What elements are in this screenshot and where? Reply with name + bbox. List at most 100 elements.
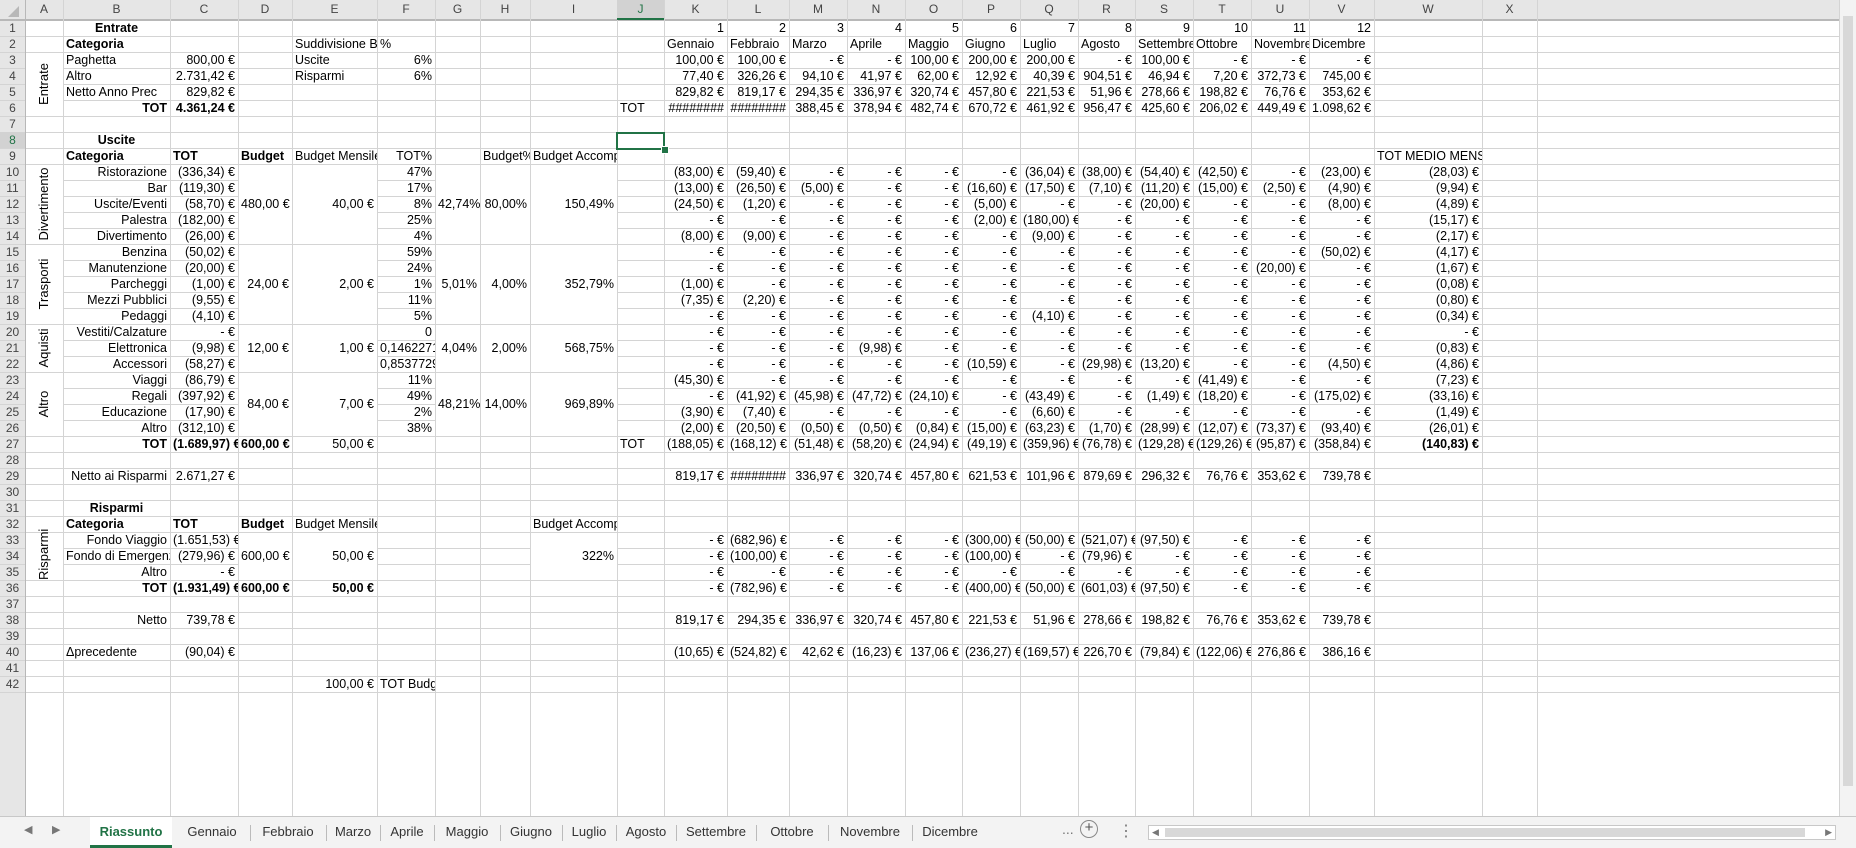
- cell-u15[interactable]: - €: [1251, 245, 1309, 260]
- cell-k3[interactable]: 100,00 €: [664, 53, 727, 68]
- cell-m5[interactable]: 294,35 €: [789, 85, 847, 100]
- cell-v29[interactable]: 739,78 €: [1309, 469, 1374, 484]
- cell-u14[interactable]: - €: [1251, 229, 1309, 244]
- cell-t6[interactable]: 206,02 €: [1193, 101, 1251, 116]
- cell-f4[interactable]: 6%: [377, 69, 435, 84]
- cell-o40[interactable]: 137,06 €: [905, 645, 962, 660]
- cell-t38[interactable]: 76,76 €: [1193, 613, 1251, 628]
- cell-v6[interactable]: 1.098,62 €: [1309, 101, 1374, 116]
- cell-m18[interactable]: - €: [789, 293, 847, 308]
- row-header-14[interactable]: 14: [0, 228, 25, 244]
- cell-t21[interactable]: - €: [1193, 341, 1251, 356]
- cell-l19[interactable]: - €: [727, 309, 789, 324]
- cell-u22[interactable]: - €: [1251, 357, 1309, 372]
- cell-o10[interactable]: - €: [905, 165, 962, 180]
- cell-c33[interactable]: (1.651,53) €: [170, 533, 238, 548]
- cell-o12[interactable]: - €: [905, 197, 962, 212]
- row-header-30[interactable]: 30: [0, 484, 25, 500]
- cell-b6[interactable]: TOT: [63, 101, 170, 116]
- cell-k36[interactable]: - €: [664, 581, 727, 596]
- cell-o5[interactable]: 320,74 €: [905, 85, 962, 100]
- cell-o22[interactable]: - €: [905, 357, 962, 372]
- cell-n4[interactable]: 41,97 €: [847, 69, 905, 84]
- cell-t33[interactable]: - €: [1193, 533, 1251, 548]
- cell-s12[interactable]: (20,00) €: [1135, 197, 1193, 212]
- cell-w26[interactable]: (26,01) €: [1374, 421, 1482, 436]
- cell-k33[interactable]: - €: [664, 533, 727, 548]
- cell-l40[interactable]: (524,82) €: [727, 645, 789, 660]
- cell-k35[interactable]: - €: [664, 565, 727, 580]
- cell-i24[interactable]: 969,89%: [530, 373, 617, 436]
- cell-s14[interactable]: - €: [1135, 229, 1193, 244]
- sheet-tab-aprile[interactable]: Aprile: [382, 817, 432, 848]
- cell-u27[interactable]: (95,87) €: [1251, 437, 1309, 452]
- sheet-tab-luglio[interactable]: Luglio: [564, 817, 614, 848]
- cell-e17[interactable]: 2,00 €: [292, 245, 377, 324]
- cell-w14[interactable]: (2,17) €: [1374, 229, 1482, 244]
- cell-v20[interactable]: - €: [1309, 325, 1374, 340]
- cell-c24[interactable]: (397,92) €: [170, 389, 238, 404]
- row-header-25[interactable]: 25: [0, 404, 25, 420]
- row-header-5[interactable]: 5: [0, 84, 25, 100]
- column-header-c[interactable]: C: [170, 0, 238, 20]
- cell-u4[interactable]: 372,73 €: [1251, 69, 1309, 84]
- cell-b9[interactable]: Categoria: [63, 149, 170, 164]
- cell-v1[interactable]: 12: [1309, 21, 1374, 36]
- cell-n20[interactable]: - €: [847, 325, 905, 340]
- cell-s18[interactable]: - €: [1135, 293, 1193, 308]
- cell-r6[interactable]: 956,47 €: [1078, 101, 1135, 116]
- cell-r27[interactable]: (76,78) €: [1078, 437, 1135, 452]
- tab-scroll-right-icon[interactable]: ▶: [52, 823, 60, 836]
- cell-q19[interactable]: (4,10) €: [1020, 309, 1078, 324]
- column-header-j[interactable]: J: [617, 0, 664, 20]
- cell-n3[interactable]: - €: [847, 53, 905, 68]
- cell-n26[interactable]: (0,50) €: [847, 421, 905, 436]
- row-header-39[interactable]: 39: [0, 628, 25, 644]
- column-header-m[interactable]: M: [789, 0, 847, 20]
- cell-l17[interactable]: - €: [727, 277, 789, 292]
- row-header-7[interactable]: 7: [0, 116, 25, 132]
- cell-q5[interactable]: 221,53 €: [1020, 85, 1078, 100]
- cell-w10[interactable]: (28,03) €: [1374, 165, 1482, 180]
- cell-p33[interactable]: (300,00) €: [962, 533, 1020, 548]
- cell-u33[interactable]: - €: [1251, 533, 1309, 548]
- cell-s27[interactable]: (129,28) €: [1135, 437, 1193, 452]
- cell-f25[interactable]: 2%: [377, 405, 435, 420]
- cell-u6[interactable]: 449,49 €: [1251, 101, 1309, 116]
- column-header-v[interactable]: V: [1309, 0, 1374, 20]
- cell-n21[interactable]: (9,98) €: [847, 341, 905, 356]
- cell-m34[interactable]: - €: [789, 549, 847, 564]
- cell-k11[interactable]: (13,00) €: [664, 181, 727, 196]
- cell-k13[interactable]: - €: [664, 213, 727, 228]
- row-header-4[interactable]: 4: [0, 68, 25, 84]
- cell-v17[interactable]: - €: [1309, 277, 1374, 292]
- cell-b27[interactable]: TOT: [63, 437, 170, 452]
- cell-f42[interactable]: TOT Budget: [377, 677, 435, 692]
- cell-b16[interactable]: Manutenzione: [63, 261, 170, 276]
- cell-p17[interactable]: - €: [962, 277, 1020, 292]
- cell-c32[interactable]: TOT: [170, 517, 238, 532]
- cell-w13[interactable]: (15,17) €: [1374, 213, 1482, 228]
- cell-l3[interactable]: 100,00 €: [727, 53, 789, 68]
- cell-p26[interactable]: (15,00) €: [962, 421, 1020, 436]
- cell-m24[interactable]: (45,98) €: [789, 389, 847, 404]
- cell-o33[interactable]: - €: [905, 533, 962, 548]
- cell-i34[interactable]: 322%: [530, 533, 617, 580]
- cell-u26[interactable]: (73,37) €: [1251, 421, 1309, 436]
- cell-m27[interactable]: (51,48) €: [789, 437, 847, 452]
- cell-t4[interactable]: 7,20 €: [1193, 69, 1251, 84]
- cell-q16[interactable]: - €: [1020, 261, 1078, 276]
- fill-handle[interactable]: [661, 146, 669, 154]
- cell-k2[interactable]: Gennaio: [664, 37, 727, 52]
- cell-v35[interactable]: - €: [1309, 565, 1374, 580]
- cell-s16[interactable]: - €: [1135, 261, 1193, 276]
- cell-l27[interactable]: (168,12) €: [727, 437, 789, 452]
- cell-w11[interactable]: (9,94) €: [1374, 181, 1482, 196]
- cell-k12[interactable]: (24,50) €: [664, 197, 727, 212]
- cell-v15[interactable]: (50,02) €: [1309, 245, 1374, 260]
- cell-w27[interactable]: (140,83) €: [1374, 437, 1482, 452]
- cell-u29[interactable]: 353,62 €: [1251, 469, 1309, 484]
- cell-l36[interactable]: (782,96) €: [727, 581, 789, 596]
- cell-k16[interactable]: - €: [664, 261, 727, 276]
- cell-f2[interactable]: %: [377, 37, 435, 52]
